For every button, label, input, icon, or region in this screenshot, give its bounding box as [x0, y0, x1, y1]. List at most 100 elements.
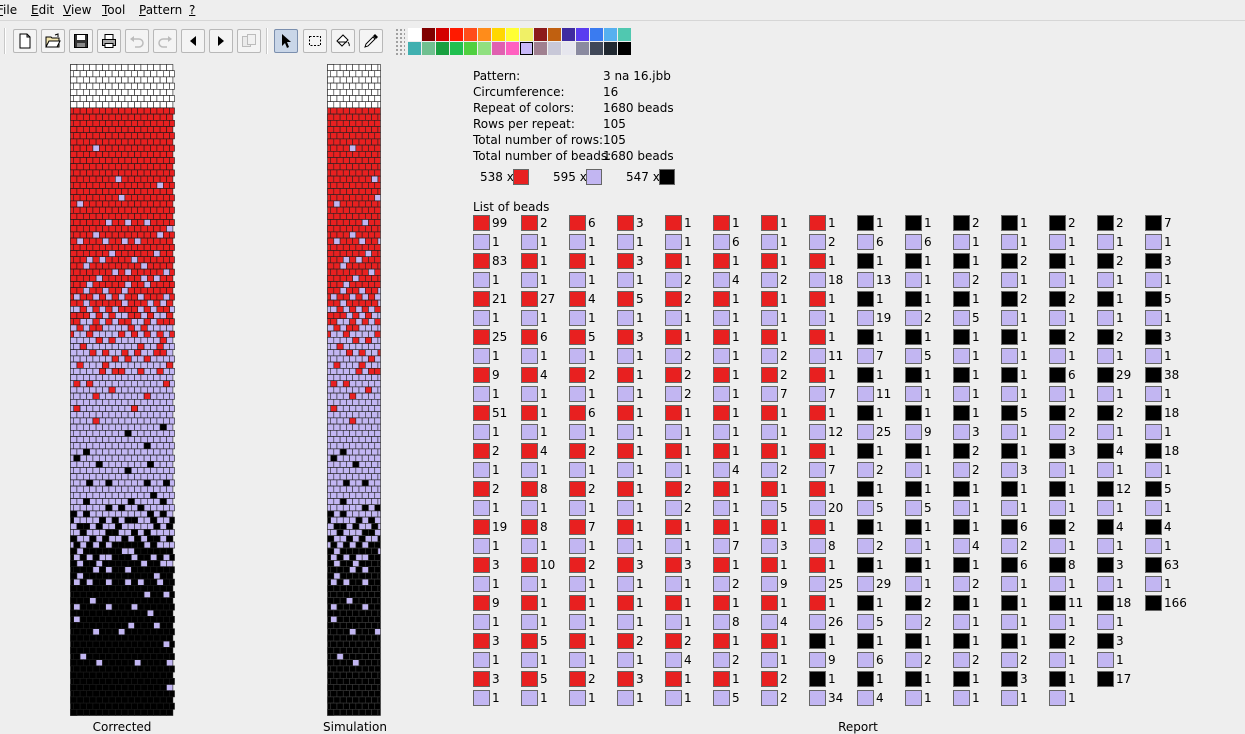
palette-swatch[interactable] — [590, 42, 603, 55]
bead-count: 1 — [636, 577, 644, 591]
palette-swatch[interactable] — [506, 28, 519, 41]
corrected-bead — [92, 653, 100, 660]
corrected-bead — [83, 498, 91, 505]
bead-swatch — [1145, 367, 1162, 383]
bead-swatch — [1049, 386, 1066, 402]
corrected-bead — [130, 169, 138, 177]
corrected-bead — [137, 380, 145, 388]
palette-swatch[interactable] — [492, 42, 505, 55]
palette-swatch[interactable] — [562, 28, 575, 41]
bead-swatch — [857, 633, 874, 649]
simulation-bead — [330, 281, 338, 288]
palette-swatch[interactable] — [618, 28, 631, 41]
copy-button[interactable] — [237, 29, 261, 53]
palette-swatch[interactable] — [408, 28, 421, 41]
palette-swatch[interactable] — [618, 42, 631, 55]
bead-count: 1 — [684, 406, 692, 420]
corrected-bead — [124, 479, 132, 487]
simulation-bead — [374, 516, 381, 524]
palette-swatch[interactable] — [450, 28, 463, 41]
corrected-bead — [95, 634, 103, 642]
color-palette — [395, 28, 635, 56]
rectangle-select-button[interactable] — [303, 29, 327, 53]
palette-swatch[interactable] — [408, 42, 421, 55]
bead-count: 1 — [828, 292, 836, 306]
palette-swatch[interactable] — [604, 28, 617, 41]
palette-swatch[interactable] — [450, 42, 463, 55]
corrected-bead — [156, 244, 164, 251]
palette-swatch[interactable] — [478, 42, 491, 55]
simulation-bead — [327, 684, 335, 691]
palette-swatch[interactable] — [534, 42, 547, 55]
bead-count: 1 — [876, 558, 884, 572]
corrected-bead — [121, 522, 129, 530]
corrected-bead — [163, 244, 171, 251]
corrected-bead — [127, 708, 135, 716]
palette-swatch[interactable] — [590, 28, 603, 41]
corrected-bead — [102, 634, 110, 642]
simulation-bead — [377, 708, 381, 716]
palette-swatch[interactable] — [576, 28, 589, 41]
palette-swatch[interactable] — [464, 28, 477, 41]
corrected-bead — [89, 522, 97, 530]
next-button[interactable] — [209, 29, 233, 53]
open-button[interactable] — [41, 29, 65, 53]
simulation-bead — [377, 671, 381, 679]
palette-swatch[interactable] — [520, 28, 533, 41]
corrected-bead — [121, 597, 129, 605]
menu-help[interactable]: ? — [189, 2, 195, 18]
palette-swatch[interactable] — [436, 42, 449, 55]
menu-edit[interactable]: Edit — [31, 2, 54, 18]
palette-swatch[interactable] — [576, 42, 589, 55]
print-button[interactable] — [97, 29, 121, 53]
redo-button[interactable] — [153, 29, 177, 53]
palette-swatch[interactable] — [520, 42, 533, 55]
palette-swatch[interactable] — [548, 28, 561, 41]
palette-swatch[interactable] — [562, 42, 575, 55]
simulation-bead — [349, 157, 357, 164]
corrected-bead — [140, 646, 148, 654]
corrected-bead — [166, 76, 174, 84]
corrected-bead — [124, 677, 132, 685]
palette-swatch[interactable] — [422, 28, 435, 41]
palette-swatch[interactable] — [464, 42, 477, 55]
corrected-bead — [76, 398, 84, 406]
bead-run: 1 — [1001, 348, 1047, 364]
simulation-bead — [368, 578, 376, 586]
undo-button[interactable] — [125, 29, 149, 53]
corrected-bead — [114, 349, 122, 357]
bead-run: 1 — [1049, 538, 1095, 554]
menu-view[interactable]: View — [63, 2, 91, 18]
corrected-bead — [92, 603, 100, 611]
simulation-bead — [371, 584, 379, 592]
color-picker-icon — [364, 34, 378, 48]
corrected-bead — [76, 138, 84, 146]
palette-swatch[interactable] — [436, 28, 449, 41]
simulation-view[interactable] — [327, 64, 381, 719]
corrected-pattern-view[interactable] — [70, 64, 175, 719]
bead-run: 2 — [905, 310, 951, 326]
previous-button[interactable] — [181, 29, 205, 53]
bead-count: 1 — [540, 653, 548, 667]
menu-pattern[interactable]: Pattern — [139, 2, 182, 18]
palette-swatch[interactable] — [492, 28, 505, 41]
palette-swatch[interactable] — [422, 42, 435, 55]
corrected-bead — [163, 653, 171, 660]
save-button[interactable] — [69, 29, 93, 53]
pointer-tool-button[interactable] — [274, 29, 298, 53]
simulation-bead — [361, 417, 369, 425]
menu-file[interactable]: File — [0, 2, 17, 18]
palette-swatch[interactable] — [506, 42, 519, 55]
simulation-bead — [339, 76, 347, 84]
bead-count: 2 — [684, 292, 692, 306]
bead-run: 1 — [473, 386, 519, 402]
new-file-button[interactable] — [13, 29, 37, 53]
color-picker-button[interactable] — [359, 29, 383, 53]
palette-swatch[interactable] — [604, 42, 617, 55]
palette-swatch[interactable] — [478, 28, 491, 41]
corrected-bead — [111, 343, 119, 350]
menu-tool[interactable]: Tool — [102, 2, 125, 18]
palette-swatch[interactable] — [548, 42, 561, 55]
fill-tool-button[interactable] — [331, 29, 355, 53]
palette-swatch[interactable] — [534, 28, 547, 41]
